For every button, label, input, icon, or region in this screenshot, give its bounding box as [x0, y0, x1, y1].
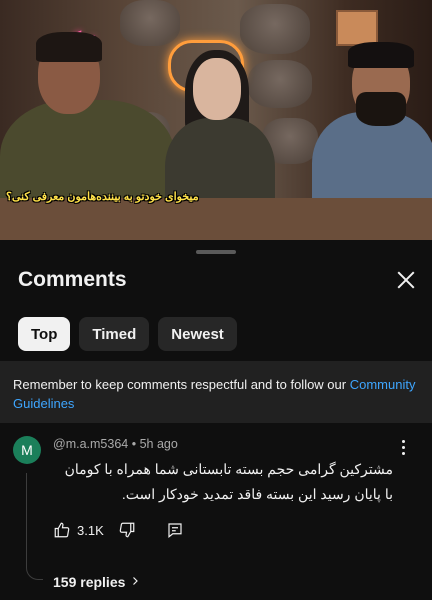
close-icon[interactable]	[392, 266, 420, 294]
more-vert-icon[interactable]	[398, 440, 408, 458]
chevron-right-icon	[129, 574, 141, 590]
video-subtitle: میخوای خودتو به بیننده‌هامون معرفی کنی؟	[6, 191, 199, 203]
person-right-hair	[348, 42, 414, 68]
chip-newest[interactable]: Newest	[158, 317, 237, 351]
sort-chips: Top Timed Newest	[18, 317, 237, 351]
wall-stone	[240, 4, 310, 54]
thread-line	[26, 473, 43, 580]
drag-handle[interactable]	[196, 250, 236, 254]
meta-separator: •	[131, 437, 137, 451]
replies-button[interactable]: 159 replies	[53, 574, 141, 590]
person-center-head	[193, 58, 241, 120]
notice-text: Remember to keep comments respectful and…	[13, 377, 350, 392]
chip-top[interactable]: Top	[18, 317, 71, 351]
thumbs-down-icon[interactable]	[118, 521, 136, 539]
wall-stone	[248, 60, 312, 108]
comment-actions: 3.1K	[53, 521, 184, 539]
comments-sheet: Comments Top Timed Newest Remember to ke…	[0, 240, 432, 600]
chip-timed[interactable]: Timed	[79, 317, 150, 351]
wall-stone	[120, 0, 180, 46]
like-count: 3.1K	[77, 522, 104, 538]
comments-title: Comments	[18, 268, 127, 291]
guidelines-notice: Remember to keep comments respectful and…	[0, 361, 432, 423]
replies-label: 159 replies	[53, 574, 126, 590]
table	[0, 198, 432, 240]
comment-text: مشترکین گرامی حجم بسته تابستانی شما همرا…	[64, 461, 393, 502]
comment-time: 5h ago	[139, 437, 178, 451]
person-left-hair	[36, 32, 102, 62]
comment-author[interactable]: @m.a.m5364	[53, 437, 128, 451]
thumbs-up-icon[interactable]	[53, 521, 71, 539]
reply-icon[interactable]	[166, 521, 184, 539]
avatar[interactable]: M	[13, 436, 41, 464]
wall-picture	[336, 10, 378, 46]
person-right-beard	[356, 92, 406, 126]
video-player[interactable]: نمکی میخوای خودتو به بیننده‌هامون معرفی …	[0, 0, 432, 240]
comment-meta: @m.a.m5364 • 5h ago	[53, 437, 178, 451]
